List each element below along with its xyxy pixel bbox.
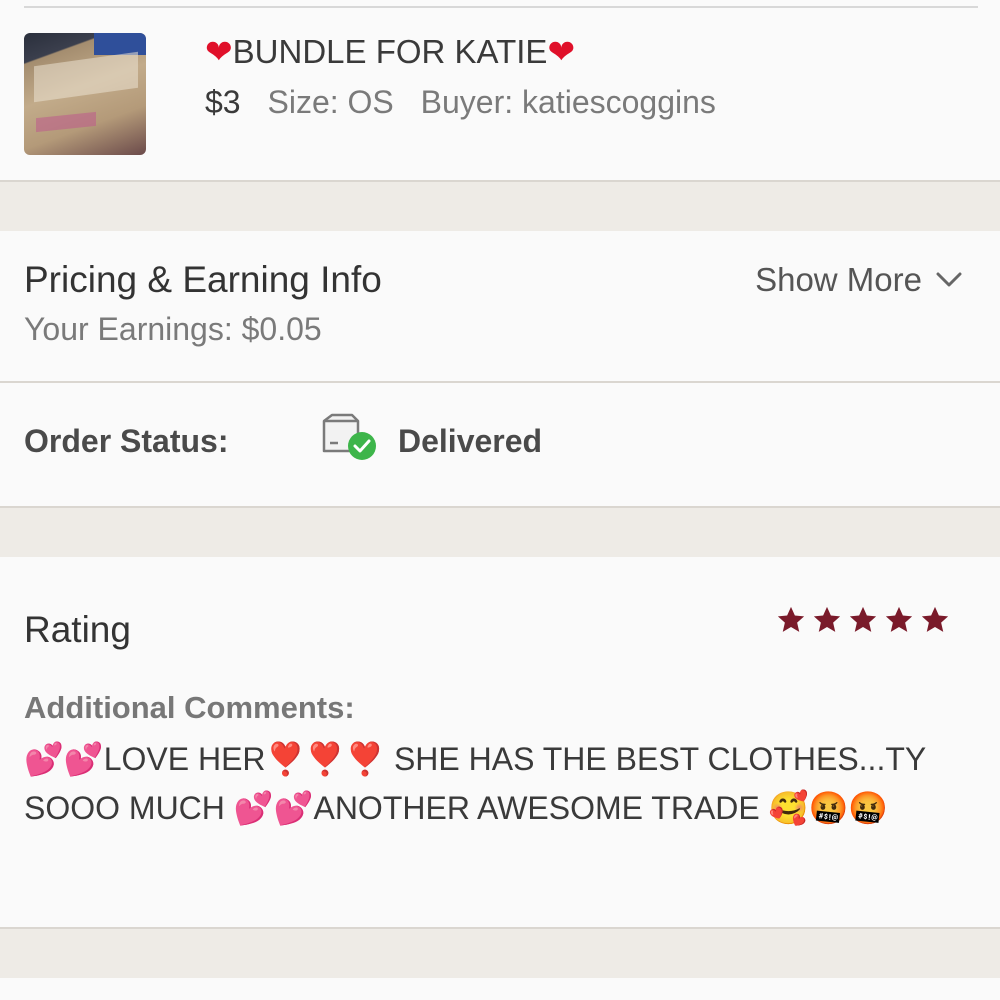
order-status-value: Delivered: [398, 423, 543, 459]
order-status-label: Order Status:: [24, 423, 229, 459]
star-icon: [777, 606, 805, 632]
heart-icon: ❤: [547, 33, 576, 70]
star-icon: [813, 606, 841, 632]
divider: [0, 506, 1000, 508]
rating-title: Rating: [24, 609, 131, 650]
package-delivered-icon: [322, 413, 376, 460]
rating-stars: [776, 605, 950, 635]
item-title[interactable]: ❤BUNDLE FOR KATIE❤: [205, 32, 575, 71]
next-card: [0, 978, 1000, 1000]
item-price: $3: [205, 84, 241, 120]
item-title-text: BUNDLE FOR KATIE: [232, 33, 548, 70]
comments-text: 💕💕LOVE HER❣️❣️❣️ SHE HAS THE BEST CLOTHE…: [24, 741, 926, 826]
item-meta: $3 Size: OS Buyer: katiescoggins: [205, 84, 716, 121]
comments-label: Additional Comments:: [24, 690, 355, 725]
order-item-card[interactable]: ❤BUNDLE FOR KATIE❤ $3 Size: OS Buyer: ka…: [0, 0, 1000, 180]
star-icon: [849, 606, 877, 632]
rating-card: Rating Additional Comments: 💕💕LOVE HER❣️…: [0, 557, 1000, 927]
item-thumbnail[interactable]: [24, 33, 146, 155]
show-more-button[interactable]: Show More: [755, 261, 962, 299]
divider: [0, 180, 1000, 182]
divider: [0, 927, 1000, 929]
divider: [24, 6, 978, 8]
pricing-card: Pricing & Earning Info Your Earnings: $0…: [0, 231, 1000, 381]
show-more-label: Show More: [755, 261, 922, 298]
heart-icon: ❤: [205, 33, 233, 70]
earnings-text: Your Earnings: $0.05: [24, 311, 322, 347]
chevron-down-icon: [936, 272, 962, 287]
star-icon: [885, 606, 913, 632]
item-size: Size: OS: [267, 84, 394, 120]
pricing-title: Pricing & Earning Info: [24, 259, 382, 300]
item-buyer: Buyer: katiescoggins: [420, 84, 716, 120]
order-status-card: Order Status: Delivered: [0, 383, 1000, 506]
star-icon: [921, 606, 949, 632]
